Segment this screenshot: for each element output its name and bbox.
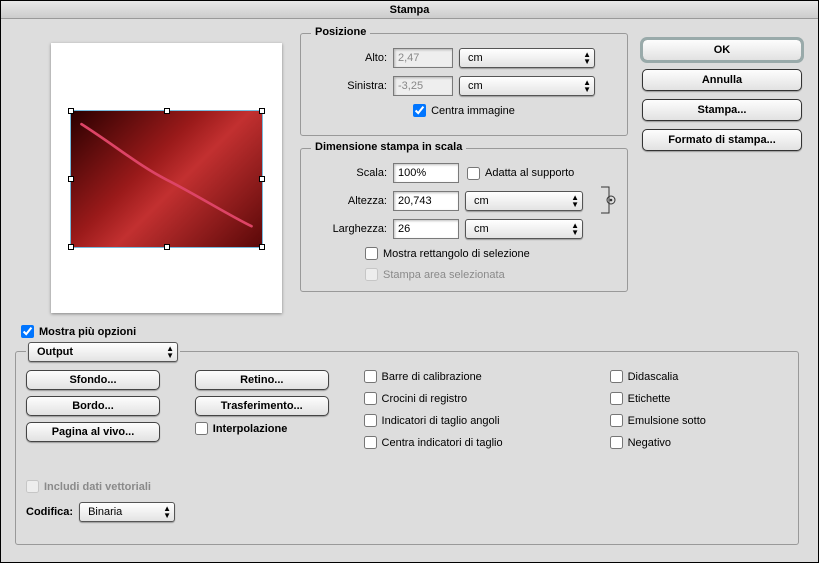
encoding-select[interactable]: Binaria ▲▼ bbox=[79, 502, 175, 522]
center-image-label: Centra immagine bbox=[431, 105, 515, 117]
encoding-value: Binaria bbox=[88, 506, 122, 518]
scaled-size-title: Dimensione stampa in scala bbox=[311, 141, 466, 153]
left-unit-select[interactable]: cm ▲▼ bbox=[459, 76, 595, 96]
reg-marks-checkbox[interactable]: Crocini di registro bbox=[364, 392, 468, 405]
height-unit-select[interactable]: cm ▲▼ bbox=[465, 191, 583, 211]
print-selected-label: Stampa area selezionata bbox=[383, 269, 505, 281]
border-button[interactable]: Bordo... bbox=[26, 396, 160, 416]
interpolation-label: Interpolazione bbox=[213, 423, 288, 435]
emulsion-checkbox[interactable]: Emulsione sotto bbox=[610, 414, 706, 427]
resize-handle[interactable] bbox=[68, 244, 74, 250]
center-crop-checkbox[interactable]: Centra indicatori di taglio bbox=[364, 436, 503, 449]
updown-icon: ▲▼ bbox=[571, 194, 578, 208]
print-preview bbox=[51, 43, 282, 313]
unit-value: cm bbox=[474, 195, 489, 207]
resize-handle[interactable] bbox=[68, 176, 74, 182]
labels-checkbox[interactable]: Etichette bbox=[610, 392, 671, 405]
resize-handle[interactable] bbox=[259, 244, 265, 250]
updown-icon: ▲▼ bbox=[571, 222, 578, 236]
constrain-proportions-icon[interactable] bbox=[599, 163, 617, 237]
updown-icon: ▲▼ bbox=[583, 79, 590, 93]
show-bbox-checkbox[interactable]: Mostra rettangolo di selezione bbox=[365, 247, 530, 260]
output-section-value: Output bbox=[37, 346, 73, 358]
background-button[interactable]: Sfondo... bbox=[26, 370, 160, 390]
position-title: Posizione bbox=[311, 26, 370, 38]
window-title: Stampa bbox=[390, 4, 430, 16]
resize-handle[interactable] bbox=[68, 108, 74, 114]
cancel-button[interactable]: Annulla bbox=[642, 69, 802, 91]
screen-button[interactable]: Retino... bbox=[195, 370, 329, 390]
print-selected-input bbox=[365, 268, 378, 281]
output-group: Output ▲▼ Sfondo... Bordo... Pagina al v… bbox=[15, 351, 799, 545]
updown-icon: ▲▼ bbox=[166, 345, 173, 359]
show-bbox-label: Mostra rettangolo di selezione bbox=[383, 248, 530, 260]
fit-media-label: Adatta al supporto bbox=[485, 167, 574, 179]
bleed-button[interactable]: Pagina al vivo... bbox=[26, 422, 160, 442]
updown-icon: ▲▼ bbox=[583, 51, 590, 65]
position-group: Posizione Alto: cm ▲▼ Sinistra: bbox=[300, 33, 628, 136]
updown-icon: ▲▼ bbox=[163, 505, 170, 519]
resize-handle[interactable] bbox=[259, 176, 265, 182]
height-input[interactable] bbox=[393, 191, 459, 211]
top-label: Alto: bbox=[311, 52, 393, 64]
resize-handle[interactable] bbox=[164, 244, 170, 250]
titlebar: Stampa bbox=[1, 1, 818, 19]
height-label: Altezza: bbox=[311, 195, 393, 207]
ok-button[interactable]: OK bbox=[642, 39, 802, 61]
dialog-content: Posizione Alto: cm ▲▼ Sinistra: bbox=[1, 19, 818, 559]
corner-crop-checkbox[interactable]: Indicatori di taglio angoli bbox=[364, 414, 500, 427]
top-unit-select[interactable]: cm ▲▼ bbox=[459, 48, 595, 68]
interpolation-input[interactable] bbox=[195, 422, 208, 435]
width-unit-select[interactable]: cm ▲▼ bbox=[465, 219, 583, 239]
scaled-size-group: Dimensione stampa in scala Scala: Adatta… bbox=[300, 148, 628, 292]
encoding-label: Codifica: bbox=[26, 506, 79, 518]
print-dialog: Stampa bbox=[0, 0, 819, 563]
top-input bbox=[393, 48, 453, 68]
show-more-input[interactable] bbox=[21, 325, 34, 338]
center-image-checkbox[interactable]: Centra immagine bbox=[413, 104, 515, 117]
resize-handle[interactable] bbox=[164, 108, 170, 114]
unit-value: cm bbox=[474, 223, 489, 235]
show-bbox-input[interactable] bbox=[365, 247, 378, 260]
unit-value: cm bbox=[468, 80, 483, 92]
width-input[interactable] bbox=[393, 219, 459, 239]
resize-handle[interactable] bbox=[259, 108, 265, 114]
print-selected-checkbox: Stampa area selezionata bbox=[365, 268, 505, 281]
preview-artwork bbox=[77, 117, 256, 233]
interpolation-checkbox[interactable]: Interpolazione bbox=[195, 422, 288, 435]
scale-input[interactable] bbox=[393, 163, 459, 183]
cal-bars-checkbox[interactable]: Barre di calibrazione bbox=[364, 370, 482, 383]
scale-label: Scala: bbox=[311, 167, 393, 179]
width-label: Larghezza: bbox=[311, 223, 393, 235]
left-input bbox=[393, 76, 453, 96]
left-label: Sinistra: bbox=[311, 80, 393, 92]
include-vector-checkbox: Includi dati vettoriali bbox=[26, 480, 151, 493]
include-vector-input bbox=[26, 480, 39, 493]
caption-checkbox[interactable]: Didascalia bbox=[610, 370, 679, 383]
fit-media-input[interactable] bbox=[467, 167, 480, 180]
fit-media-checkbox[interactable]: Adatta al supporto bbox=[467, 167, 574, 180]
show-more-checkbox[interactable]: Mostra più opzioni bbox=[21, 325, 136, 338]
unit-value: cm bbox=[468, 52, 483, 64]
print-button[interactable]: Stampa... bbox=[642, 99, 802, 121]
include-vector-label: Includi dati vettoriali bbox=[44, 481, 151, 493]
show-more-label: Mostra più opzioni bbox=[39, 326, 136, 338]
output-section-select[interactable]: Output ▲▼ bbox=[28, 342, 178, 362]
transfer-button[interactable]: Trasferimento... bbox=[195, 396, 329, 416]
page-setup-button[interactable]: Formato di stampa... bbox=[642, 129, 802, 151]
preview-image[interactable] bbox=[71, 111, 262, 247]
center-image-input[interactable] bbox=[413, 104, 426, 117]
negative-checkbox[interactable]: Negativo bbox=[610, 436, 671, 449]
